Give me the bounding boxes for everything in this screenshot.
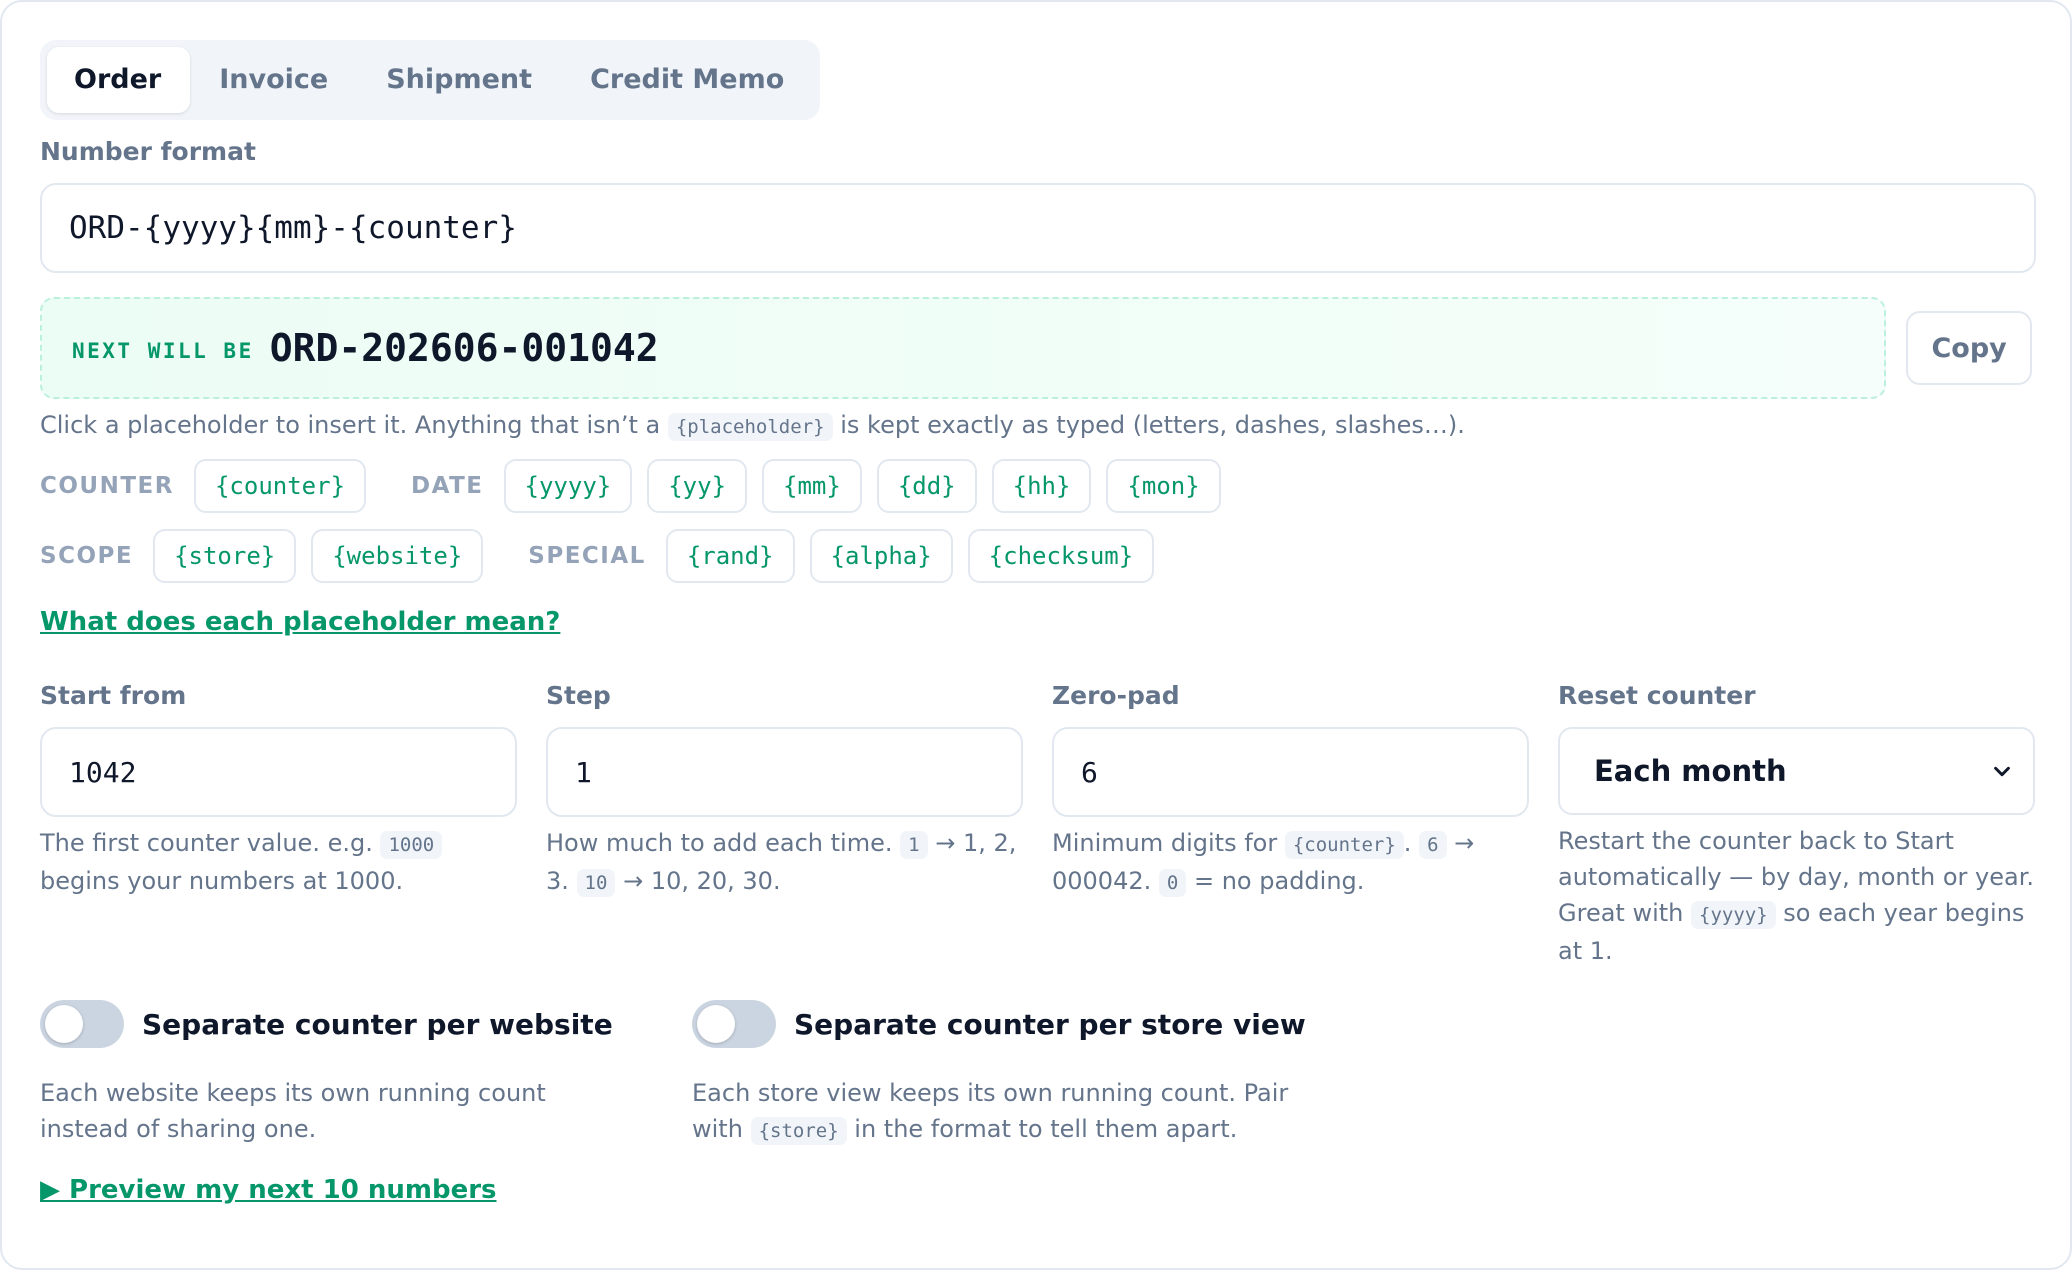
group-label-counter: COUNTER [40,473,174,499]
tab-credit-memo[interactable]: Credit Memo [563,47,813,113]
chip-counter[interactable]: {counter} [193,459,367,513]
reset-counter-select[interactable]: Each month [1558,727,2035,815]
counter-fields: Start from 1042 The first counter value.… [40,681,2035,969]
chip-yyyy[interactable]: {yyyy} [503,459,633,513]
reset-counter-field: Reset counter Each month Restart the cou… [1558,681,2035,969]
per-website-help: Each website keeps its own running count… [40,1079,546,1143]
step-field: Step 1 How much to add each time. 1 → 1,… [546,681,1023,969]
step-label: Step [546,681,611,710]
start-from-input[interactable]: 1042 [40,727,517,817]
chip-rand[interactable]: {rand} [665,529,795,583]
chip-hh[interactable]: {hh} [991,459,1092,513]
chip-website[interactable]: {website} [311,529,484,583]
step-input[interactable]: 1 [546,727,1023,817]
group-label-special: SPECIAL [528,543,646,569]
chip-alpha[interactable]: {alpha} [809,529,953,583]
per-store-view-switch[interactable] [692,1000,776,1048]
document-type-tabs: Order Invoice Shipment Credit Memo [40,40,821,120]
chip-dd[interactable]: {dd} [876,459,977,513]
start-from-field: Start from 1042 The first counter value.… [40,681,517,969]
group-label-scope: SCOPE [40,543,134,569]
start-from-label: Start from [40,681,187,710]
zero-pad-input[interactable]: 6 [1052,727,1529,817]
placeholder-help-text: Click a placeholder to insert it. Anythi… [40,411,1465,441]
separation-toggles: Separate counter per website Each websit… [40,999,2032,1149]
chip-mm[interactable]: {mm} [762,459,862,513]
number-format-input[interactable]: ORD-{yyyy}{mm}-{counter} [40,183,2036,273]
per-website-toggle-block: Separate counter per website Each websit… [40,999,692,1149]
start-from-help: The first counter value. e.g. 1000 begin… [40,825,517,899]
placeholder-row-2: SCOPE {store} {website} SPECIAL {rand} {… [40,529,2032,583]
step-help: How much to add each time. 1 → 1, 2, 3. … [546,829,1017,897]
chip-store[interactable]: {store} [153,529,297,583]
next-number-preview: NEXT WILL BE ORD-202606-001042 [40,297,1887,399]
next-number-value: ORD-202606-001042 [269,326,659,370]
numbering-settings-card: Order Invoice Shipment Credit Memo Numbe… [0,0,2072,1270]
reset-counter-value: Each month [1594,754,1787,788]
chevron-down-icon [1994,766,2010,777]
next-will-be-label: NEXT WILL BE [72,339,254,363]
tab-order[interactable]: Order [47,47,191,113]
per-website-label: Separate counter per website [142,1007,613,1041]
tab-shipment[interactable]: Shipment [359,47,561,113]
per-store-view-toggle-block: Separate counter per store view Each sto… [692,999,1344,1149]
per-store-view-help: Each store view keeps its own running co… [692,1079,1289,1145]
inline-code: {placeholder} [667,413,833,441]
group-label-date: DATE [411,473,484,499]
per-website-switch[interactable] [40,1000,124,1048]
per-store-view-label: Separate counter per store view [794,1007,1306,1041]
reset-counter-label: Reset counter [1558,681,1756,710]
next-preview-row: NEXT WILL BE ORD-202606-001042 Copy [40,297,2032,399]
chip-checksum[interactable]: {checksum} [967,529,1155,583]
chip-yy[interactable]: {yy} [647,459,748,513]
reset-counter-help: Restart the counter back to Start automa… [1558,827,2035,965]
zero-pad-field: Zero-pad 6 Minimum digits for {counter}.… [1052,681,1529,969]
placeholder-row-1: COUNTER {counter} DATE {yyyy} {yy} {mm} … [40,459,2032,513]
number-format-label: Number format [40,137,256,166]
copy-button[interactable]: Copy [1906,311,2032,385]
preview-next-numbers-link[interactable]: ▶ Preview my next 10 numbers [40,1175,497,1205]
zero-pad-label: Zero-pad [1052,681,1180,710]
tab-invoice[interactable]: Invoice [192,47,357,113]
zero-pad-help: Minimum digits for {counter}. 6 → 000042… [1052,829,1475,897]
chip-mon[interactable]: {mon} [1106,459,1221,513]
placeholder-help-link[interactable]: What does each placeholder mean? [40,607,560,637]
